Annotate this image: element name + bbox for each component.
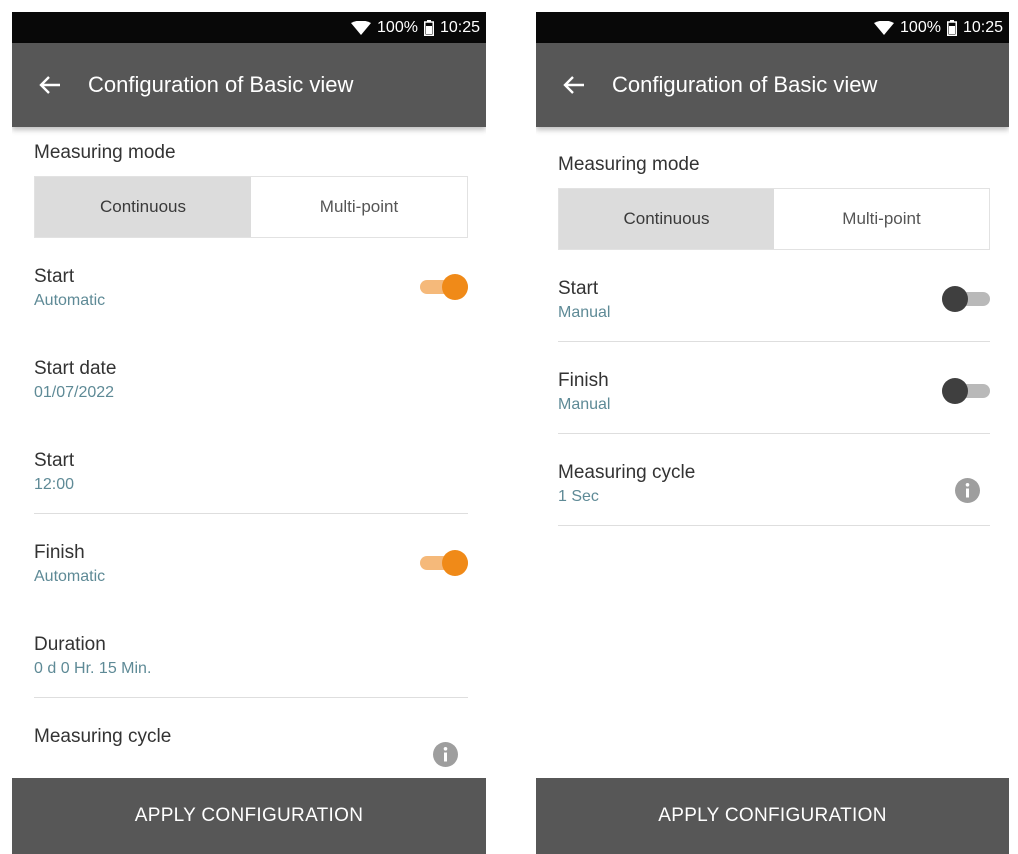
app-bar: Configuration of Basic view: [12, 43, 486, 127]
start-time-row[interactable]: Start 12:00: [34, 422, 468, 514]
app-bar: Configuration of Basic view: [536, 43, 1009, 127]
page-title: Configuration of Basic view: [612, 72, 878, 97]
battery-percent: 100%: [900, 18, 941, 36]
start-time-value: 12:00: [34, 476, 75, 493]
finish-value: Automatic: [34, 568, 106, 585]
clock: 10:25: [962, 18, 1003, 36]
measuring-cycle-value: 1 Sec: [558, 488, 599, 505]
measuring-mode-label: Measuring mode: [558, 154, 700, 175]
settings-content: Measuring mode Continuous Multi-point St…: [34, 140, 468, 790]
measuring-cycle-row[interactable]: Measuring cycle: [34, 698, 468, 790]
finish-value: Manual: [558, 396, 611, 413]
measuring-cycle-title: Measuring cycle: [34, 726, 172, 747]
left-phone-screen: 100% 10:25 Configuration of Basic view M…: [12, 12, 486, 854]
start-value: Manual: [558, 304, 611, 321]
finish-title: Finish: [34, 542, 85, 563]
start-date-value: 01/07/2022: [34, 384, 115, 401]
start-title: Start: [34, 266, 75, 287]
battery-icon: [423, 19, 434, 36]
wifi-icon: [874, 20, 895, 35]
start-title: Start: [558, 278, 599, 299]
finish-toggle[interactable]: [420, 550, 468, 576]
mode-continuous-option[interactable]: Continuous: [35, 177, 251, 237]
start-time-title: Start: [34, 450, 75, 471]
apply-configuration-button[interactable]: APPLY CONFIGURATION: [536, 778, 1009, 854]
finish-row[interactable]: Finish Automatic: [34, 514, 468, 606]
finish-toggle[interactable]: [942, 378, 990, 404]
start-date-title: Start date: [34, 358, 117, 379]
measuring-cycle-title: Measuring cycle: [558, 462, 696, 483]
page-title: Configuration of Basic view: [88, 72, 354, 97]
clock: 10:25: [439, 18, 480, 36]
duration-row[interactable]: Duration 0 d 0 Hr. 15 Min.: [34, 606, 468, 698]
settings-content: Measuring mode Continuous Multi-point St…: [558, 152, 990, 526]
mode-multi-point-option[interactable]: Multi-point: [774, 189, 989, 249]
battery-icon: [946, 19, 957, 36]
mode-continuous-option[interactable]: Continuous: [559, 189, 774, 249]
back-arrow-icon[interactable]: [563, 74, 585, 96]
duration-title: Duration: [34, 634, 106, 655]
back-arrow-icon[interactable]: [39, 74, 61, 96]
start-toggle[interactable]: [420, 274, 468, 300]
measuring-mode-label: Measuring mode: [34, 142, 176, 163]
measuring-mode-selector: Continuous Multi-point: [558, 188, 990, 250]
mode-multi-point-option[interactable]: Multi-point: [251, 177, 467, 237]
finish-title: Finish: [558, 370, 609, 391]
measuring-mode-selector: Continuous Multi-point: [34, 176, 468, 238]
apply-configuration-button[interactable]: APPLY CONFIGURATION: [12, 778, 486, 854]
wifi-icon: [351, 20, 372, 35]
finish-row[interactable]: Finish Manual: [558, 342, 990, 434]
info-icon[interactable]: [433, 742, 458, 767]
info-icon[interactable]: [955, 478, 980, 503]
measuring-cycle-row[interactable]: Measuring cycle 1 Sec: [558, 434, 990, 526]
status-bar: 100% 10:25: [12, 12, 486, 43]
status-bar: 100% 10:25: [536, 12, 1009, 43]
start-toggle[interactable]: [942, 286, 990, 312]
start-row[interactable]: Start Automatic: [34, 238, 468, 330]
start-row[interactable]: Start Manual: [558, 250, 990, 342]
start-value: Automatic: [34, 292, 106, 309]
duration-value: 0 d 0 Hr. 15 Min.: [34, 660, 152, 677]
right-phone-screen: 100% 10:25 Configuration of Basic view M…: [536, 12, 1009, 854]
battery-percent: 100%: [377, 18, 418, 36]
start-date-row[interactable]: Start date 01/07/2022: [34, 330, 468, 422]
